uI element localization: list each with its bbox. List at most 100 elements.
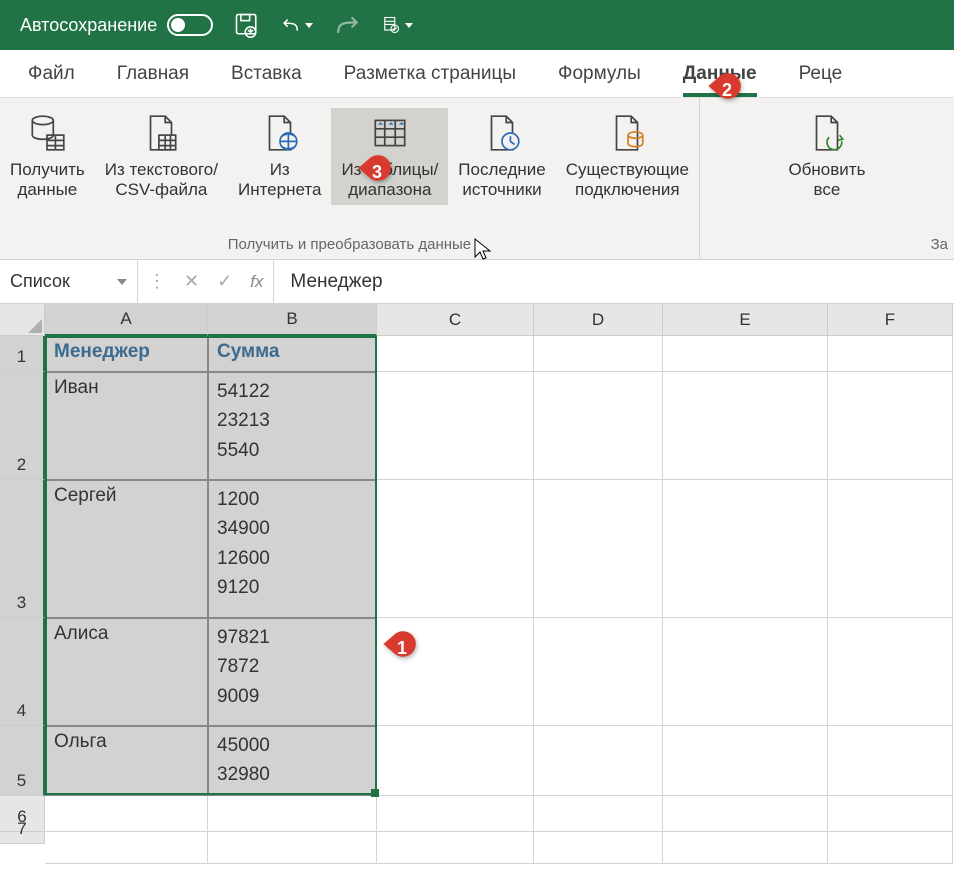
grid-row: 2Иван54122 23213 5540 bbox=[0, 372, 954, 480]
column-headers[interactable]: ABCDEF bbox=[45, 304, 953, 336]
column-header[interactable]: B bbox=[208, 304, 377, 336]
cell[interactable]: 54122 23213 5540 bbox=[208, 372, 377, 480]
column-header[interactable]: D bbox=[534, 304, 663, 336]
cell[interactable] bbox=[45, 832, 208, 864]
title-bar: Автосохранение bbox=[0, 0, 954, 50]
ribbon-group-queries: Обновить все За bbox=[700, 98, 954, 259]
cell[interactable] bbox=[663, 832, 828, 864]
cell[interactable]: Сергей bbox=[45, 480, 208, 618]
fx-icon[interactable]: fx bbox=[250, 272, 263, 292]
cell[interactable] bbox=[828, 832, 953, 864]
cell[interactable] bbox=[377, 796, 534, 832]
from-text-csv-label: Из текстового/ CSV-файла bbox=[105, 160, 218, 201]
get-data-button[interactable]: Получить данные bbox=[0, 108, 95, 205]
spreadsheet-grid[interactable]: ABCDEF 1МенеджерСумма2Иван54122 23213 55… bbox=[0, 304, 954, 877]
from-table-range-label: Из таблицы/ диапазона bbox=[341, 160, 438, 201]
enter-icon[interactable] bbox=[217, 271, 232, 292]
cell[interactable]: 97821 7872 9009 bbox=[208, 618, 377, 726]
formula-input[interactable]: Менеджер bbox=[274, 271, 954, 293]
recent-sources-button[interactable]: Последние источники bbox=[448, 108, 555, 205]
cell[interactable] bbox=[828, 336, 953, 372]
cell[interactable] bbox=[663, 726, 828, 796]
tab-insert[interactable]: Вставка bbox=[213, 53, 320, 97]
cancel-icon[interactable] bbox=[184, 271, 199, 292]
cell[interactable] bbox=[663, 336, 828, 372]
tab-review[interactable]: Реце bbox=[781, 53, 861, 97]
cell[interactable] bbox=[377, 618, 534, 726]
cell[interactable] bbox=[663, 796, 828, 832]
name-box[interactable]: Список bbox=[0, 260, 138, 303]
cell[interactable] bbox=[534, 618, 663, 726]
cell[interactable] bbox=[534, 480, 663, 618]
row-header[interactable]: 7 bbox=[0, 832, 45, 844]
cell[interactable] bbox=[828, 372, 953, 480]
existing-connections-label: Существующие подключения bbox=[566, 160, 689, 201]
cell[interactable]: 1200 34900 12600 9120 bbox=[208, 480, 377, 618]
redo-icon[interactable] bbox=[331, 9, 363, 41]
tab-page-layout[interactable]: Разметка страницы bbox=[326, 53, 534, 97]
row-header[interactable]: 5 bbox=[0, 726, 45, 796]
existing-connections-button[interactable]: Существующие подключения bbox=[556, 108, 699, 205]
grid-row: 5Ольга45000 32980 bbox=[0, 726, 954, 796]
row-header[interactable]: 4 bbox=[0, 618, 45, 726]
cell[interactable] bbox=[828, 726, 953, 796]
tab-data[interactable]: Данные bbox=[665, 53, 775, 97]
cell[interactable]: 45000 32980 bbox=[208, 726, 377, 796]
ribbon: Получить данные Из текстового/ CSV-файла… bbox=[0, 98, 954, 260]
row-header[interactable]: 1 bbox=[0, 336, 45, 372]
cell[interactable] bbox=[828, 480, 953, 618]
group-label-get-transform: Получить и преобразовать данные bbox=[228, 232, 471, 257]
cell[interactable] bbox=[534, 796, 663, 832]
cell[interactable] bbox=[45, 796, 208, 832]
cell[interactable]: Сумма bbox=[208, 336, 377, 372]
cell[interactable]: Менеджер bbox=[45, 336, 208, 372]
column-header[interactable]: E bbox=[663, 304, 828, 336]
ribbon-tabs: Файл Главная Вставка Разметка страницы Ф… bbox=[0, 50, 954, 98]
cell[interactable] bbox=[534, 372, 663, 480]
cell[interactable] bbox=[377, 480, 534, 618]
undo-icon[interactable] bbox=[281, 9, 313, 41]
cell[interactable] bbox=[828, 796, 953, 832]
from-web-button[interactable]: Из Интернета bbox=[228, 108, 331, 205]
toggle-switch-icon[interactable] bbox=[167, 14, 213, 36]
cell[interactable]: Алиса bbox=[45, 618, 208, 726]
refresh-all-button[interactable]: Обновить все bbox=[778, 108, 875, 205]
column-header[interactable]: F bbox=[828, 304, 953, 336]
tab-home[interactable]: Главная bbox=[99, 53, 207, 97]
get-data-label: Получить данные bbox=[10, 160, 85, 201]
row-header[interactable]: 3 bbox=[0, 480, 45, 618]
cell[interactable] bbox=[377, 832, 534, 864]
grid-row: 3Сергей1200 34900 12600 9120 bbox=[0, 480, 954, 618]
tab-file[interactable]: Файл bbox=[10, 53, 93, 97]
from-table-range-button[interactable]: Из таблицы/ диапазона bbox=[331, 108, 448, 205]
tab-formulas[interactable]: Формулы bbox=[540, 53, 659, 97]
cell[interactable] bbox=[377, 372, 534, 480]
cell[interactable] bbox=[534, 832, 663, 864]
cell[interactable] bbox=[663, 618, 828, 726]
cell[interactable]: Иван bbox=[45, 372, 208, 480]
cell[interactable]: Ольга bbox=[45, 726, 208, 796]
autosave-toggle[interactable]: Автосохранение bbox=[20, 14, 213, 36]
save-icon[interactable] bbox=[231, 9, 263, 41]
cell[interactable] bbox=[534, 726, 663, 796]
group-label-queries: За bbox=[931, 232, 954, 257]
from-text-csv-button[interactable]: Из текстового/ CSV-файла bbox=[95, 108, 228, 205]
formula-bar-controls: fx bbox=[138, 260, 274, 303]
column-header[interactable]: C bbox=[377, 304, 534, 336]
select-all-corner[interactable] bbox=[0, 304, 45, 336]
cell[interactable] bbox=[208, 796, 377, 832]
cell[interactable] bbox=[534, 336, 663, 372]
cell[interactable] bbox=[377, 726, 534, 796]
refresh-all-label: Обновить все bbox=[788, 160, 865, 201]
cell[interactable] bbox=[663, 480, 828, 618]
grid-row: 6 bbox=[0, 796, 954, 832]
touch-mode-icon[interactable] bbox=[381, 9, 413, 41]
cell[interactable] bbox=[828, 618, 953, 726]
cell[interactable] bbox=[663, 372, 828, 480]
cell[interactable] bbox=[377, 336, 534, 372]
cell[interactable] bbox=[208, 832, 377, 864]
row-header[interactable]: 2 bbox=[0, 372, 45, 480]
grid-row: 4Алиса97821 7872 9009 bbox=[0, 618, 954, 726]
expand-icon bbox=[148, 271, 166, 292]
column-header[interactable]: A bbox=[45, 304, 208, 336]
